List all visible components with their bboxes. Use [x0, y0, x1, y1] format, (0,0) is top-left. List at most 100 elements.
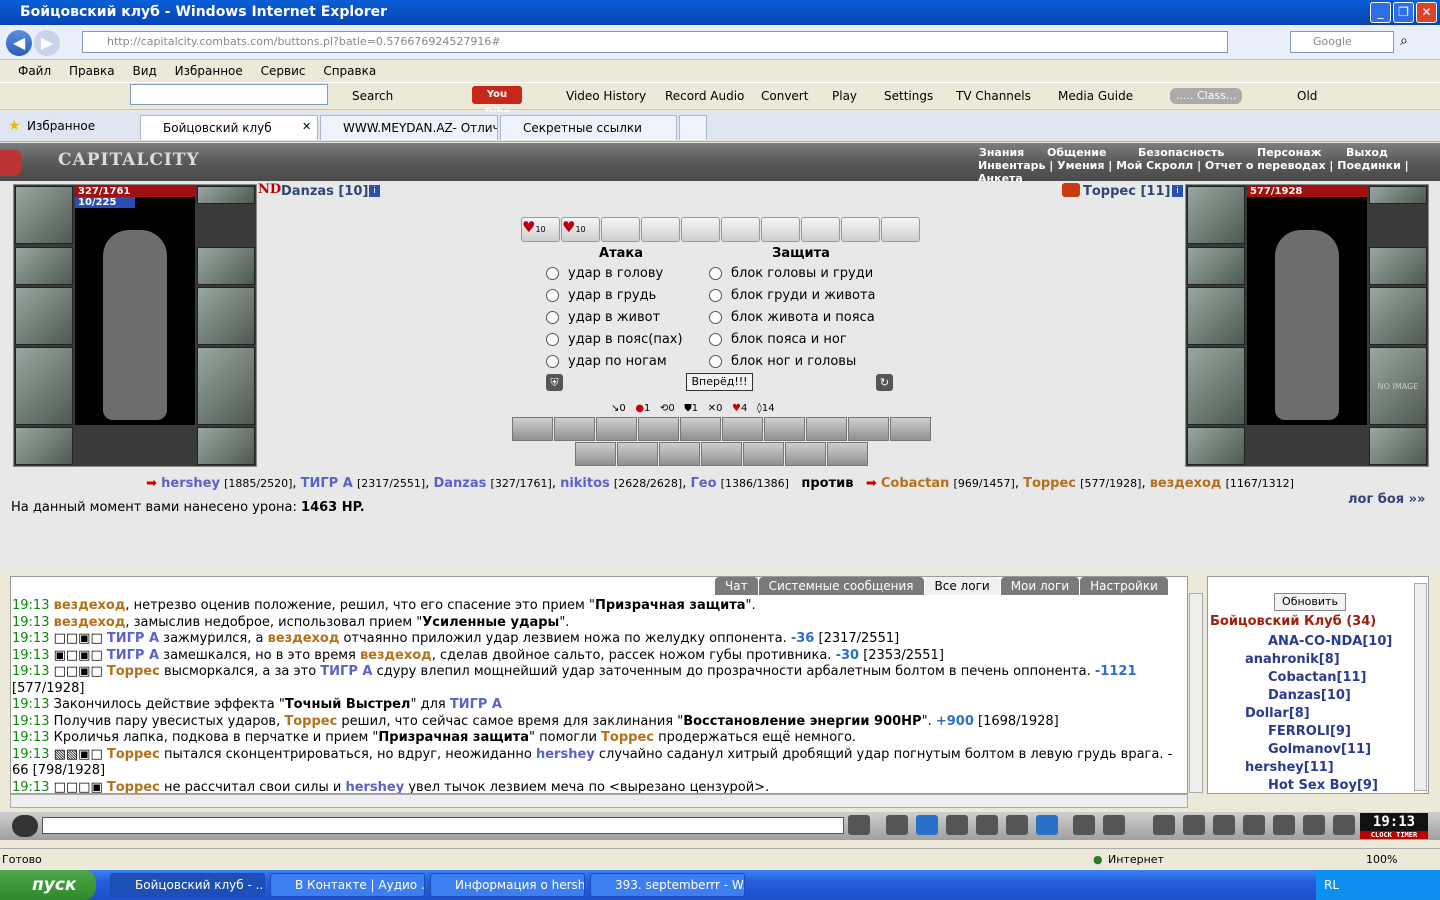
- chat-input[interactable]: [42, 817, 844, 834]
- menu-character[interactable]: Персонаж: [1257, 146, 1322, 159]
- search-icon[interactable]: ⌕: [1400, 33, 1408, 49]
- address-field[interactable]: http://capitalcity.combats.com/buttons.p…: [82, 31, 1228, 53]
- block-head-chest[interactable]: блок головы и груди: [709, 263, 876, 285]
- log-player[interactable]: hershey: [345, 780, 404, 794]
- tv-channels-button[interactable]: TV Channels: [956, 88, 1031, 104]
- trick-slot-3[interactable]: [601, 217, 640, 242]
- shield-icon[interactable]: ⛨: [546, 374, 563, 391]
- menu-communication[interactable]: Общение: [1047, 146, 1106, 159]
- radio-icon[interactable]: [546, 289, 559, 302]
- log-player[interactable]: Торрес: [107, 780, 160, 794]
- tab-meydan[interactable]: WWW.MEYDAN.AZ- Отличн...: [320, 115, 498, 140]
- team1-player[interactable]: hershey: [161, 476, 220, 491]
- play-button[interactable]: Play: [832, 88, 857, 104]
- trick-slot-1[interactable]: ♥10: [521, 217, 560, 242]
- player-entry[interactable]: Cobactan[11]: [1268, 670, 1366, 685]
- favorites-star-icon[interactable]: ★: [8, 118, 21, 134]
- toolbar-search-field[interactable]: [130, 84, 328, 105]
- smile-icon[interactable]: [12, 815, 38, 837]
- legs-slot[interactable]: [197, 347, 255, 425]
- menu-tools[interactable]: Сервис: [261, 60, 306, 82]
- player-entry[interactable]: FERROLI[9]: [1268, 724, 1351, 739]
- emoticon-icon[interactable]: [1073, 815, 1095, 835]
- gloves-slot[interactable]: [197, 247, 255, 285]
- trick-button[interactable]: [680, 417, 721, 441]
- translit-icon[interactable]: [1006, 815, 1028, 835]
- old-button[interactable]: Old: [1297, 88, 1317, 104]
- log-horizontal-scrollbar[interactable]: [10, 794, 1188, 808]
- task-info[interactable]: Информация о hersh...: [430, 873, 585, 897]
- trick-slot-8[interactable]: [801, 217, 840, 242]
- log-player[interactable]: вездеход: [360, 648, 432, 663]
- log-player[interactable]: вездеход: [54, 598, 126, 613]
- task-combats[interactable]: Бойцовский клуб - ...: [110, 873, 265, 897]
- log-player[interactable]: Торрес: [107, 664, 160, 679]
- boots-slot[interactable]: [197, 427, 255, 465]
- team2-player[interactable]: вездеход: [1150, 476, 1222, 491]
- close-button[interactable]: ✕: [1416, 2, 1437, 23]
- block-legs-head[interactable]: блок ног и головы: [709, 351, 876, 373]
- block-chest-belly[interactable]: блок груди и живота: [709, 285, 876, 307]
- mail-icon[interactable]: [1303, 815, 1325, 835]
- trick-button[interactable]: [617, 442, 658, 466]
- radio-icon[interactable]: [709, 311, 722, 324]
- menu-help[interactable]: Справка: [323, 60, 376, 82]
- log-player[interactable]: Торрес: [601, 730, 654, 745]
- log-player[interactable]: ТИГР А: [107, 631, 159, 646]
- log-player[interactable]: ТИГР А: [320, 664, 372, 679]
- trick-button[interactable]: [785, 442, 826, 466]
- trick-button[interactable]: [701, 442, 742, 466]
- team1-player[interactable]: nikitos: [560, 476, 610, 491]
- player-entry[interactable]: hershey[11]: [1245, 760, 1334, 775]
- toolbar-search[interactable]: Search: [352, 88, 393, 104]
- task-vkontakte[interactable]: В Контакте | Аудио ...: [270, 873, 425, 897]
- players-scrollbar[interactable]: [1414, 583, 1427, 791]
- right-player-name[interactable]: Торрес [11]: [1083, 184, 1170, 199]
- attack-chest[interactable]: удар в грудь: [546, 285, 683, 307]
- block-belt-legs[interactable]: блок пояса и ног: [709, 329, 876, 351]
- trick-slot-7[interactable]: [761, 217, 800, 242]
- trick-button[interactable]: [764, 417, 805, 441]
- trick-slot-6[interactable]: [721, 217, 760, 242]
- log-player[interactable]: вездеход: [54, 615, 126, 630]
- tab-my-logs[interactable]: Мои логи: [1000, 577, 1080, 595]
- radio-icon[interactable]: [546, 333, 559, 346]
- refresh-icon[interactable]: ↻: [876, 374, 893, 391]
- belt-slot[interactable]: [15, 427, 73, 465]
- player-entry[interactable]: Hot Sex Boy[9]: [1268, 778, 1378, 793]
- tab-chat[interactable]: Чат: [715, 577, 758, 595]
- left-player-name[interactable]: Danzas [10]: [281, 184, 368, 199]
- player-entry[interactable]: Golmanov[11]: [1268, 742, 1371, 757]
- minimize-button[interactable]: _: [1370, 2, 1391, 23]
- shield-slot[interactable]: [197, 287, 255, 345]
- forward-icon[interactable]: ▶: [34, 30, 60, 56]
- trick-button[interactable]: [848, 417, 889, 441]
- opponent-info-icon[interactable]: i: [1172, 185, 1183, 197]
- trick-button[interactable]: [638, 417, 679, 441]
- game-submenu[interactable]: Инвентарь | Умения | Мой Скролл | Отчет …: [978, 159, 1440, 185]
- youtube-button[interactable]: You Tube: [472, 86, 522, 118]
- log-player[interactable]: Торрес: [284, 714, 337, 729]
- tab-combats[interactable]: Бойцовский клуб: [140, 115, 318, 140]
- team1-player[interactable]: Danzas: [433, 476, 486, 491]
- clan-icon[interactable]: [1243, 815, 1265, 835]
- info-icon[interactable]: i: [369, 185, 380, 197]
- quest-icon[interactable]: [1183, 815, 1205, 835]
- trick-slot-5[interactable]: [681, 217, 720, 242]
- trick-button[interactable]: [722, 417, 763, 441]
- menu-view[interactable]: Вид: [132, 60, 156, 82]
- new-tab-button[interactable]: [679, 115, 707, 140]
- music-icon[interactable]: [1036, 815, 1058, 835]
- amulet-slot[interactable]: [197, 186, 255, 204]
- player-entry[interactable]: ANA-CO-NDA[10]: [1268, 634, 1392, 649]
- log-scrollbar[interactable]: [1189, 593, 1203, 793]
- tab-all-logs[interactable]: Все логи: [924, 577, 1000, 595]
- log-player[interactable]: ТИГР А: [450, 697, 502, 712]
- refresh-button[interactable]: Обновить: [1274, 593, 1346, 611]
- helmet-slot[interactable]: [15, 186, 73, 244]
- battle-log-link[interactable]: лог боя »»: [1348, 492, 1425, 507]
- trick-button[interactable]: [743, 442, 784, 466]
- log-player[interactable]: hershey: [536, 747, 595, 762]
- radio-icon[interactable]: [709, 267, 722, 280]
- trick-button[interactable]: [827, 442, 868, 466]
